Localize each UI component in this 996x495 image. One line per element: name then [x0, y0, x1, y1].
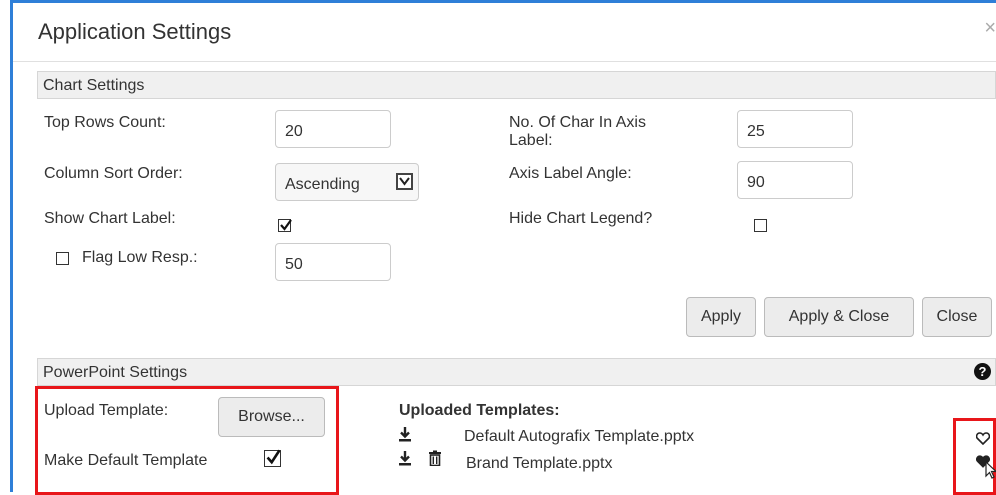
- char-axis-label-line1: No. Of Char In Axis: [509, 114, 646, 131]
- char-axis-input[interactable]: 25: [737, 110, 853, 148]
- make-default-checkbox[interactable]: [264, 449, 281, 467]
- download-icon[interactable]: [398, 450, 412, 466]
- flag-low-label: Flag Low Resp.:: [82, 249, 198, 266]
- axis-angle-input[interactable]: 90: [737, 161, 853, 199]
- chart-settings-header: Chart Settings: [37, 71, 996, 99]
- show-label-label: Show Chart Label:: [44, 210, 176, 227]
- download-icon[interactable]: [398, 426, 412, 442]
- help-icon[interactable]: ?: [974, 363, 991, 380]
- top-rows-input[interactable]: 20: [275, 110, 391, 148]
- chevron-down-icon: [396, 173, 413, 190]
- close-button[interactable]: Close: [922, 297, 992, 337]
- checkmark-icon: [266, 449, 281, 465]
- cursor-pointer-icon: [985, 461, 996, 479]
- apply-close-button[interactable]: Apply & Close: [764, 297, 914, 337]
- hide-legend-checkbox[interactable]: [754, 219, 767, 232]
- heart-outline-icon[interactable]: [976, 432, 990, 445]
- make-default-label: Make Default Template: [44, 452, 208, 469]
- char-axis-label: No. Of Char In Axis Label:: [509, 114, 646, 150]
- show-label-checkbox[interactable]: [278, 219, 292, 232]
- sort-order-label: Column Sort Order:: [44, 165, 183, 182]
- dialog-title-bar: Application Settings ×: [13, 3, 996, 62]
- upload-template-label: Upload Template:: [44, 402, 169, 419]
- top-rows-label: Top Rows Count:: [44, 114, 166, 131]
- ppt-settings-title: PowerPoint Settings: [43, 364, 188, 381]
- ppt-settings-header: PowerPoint Settings: [37, 358, 996, 386]
- sort-order-select[interactable]: Ascending: [275, 163, 419, 201]
- application-settings-dialog: Application Settings × Chart Settings To…: [10, 0, 996, 495]
- flag-low-input[interactable]: 50: [275, 243, 391, 281]
- chart-settings-title: Chart Settings: [43, 77, 145, 94]
- trash-icon[interactable]: [428, 450, 442, 466]
- template-name: Default Autografix Template.pptx: [464, 428, 695, 445]
- hide-legend-label: Hide Chart Legend?: [509, 210, 653, 227]
- browse-button[interactable]: Browse...: [218, 397, 325, 437]
- template-name: Brand Template.pptx: [466, 455, 613, 472]
- checkmark-icon: [280, 219, 292, 231]
- dialog-title: Application Settings: [38, 19, 232, 44]
- uploaded-templates-header: Uploaded Templates:: [399, 402, 560, 419]
- axis-angle-label: Axis Label Angle:: [509, 165, 632, 182]
- flag-low-checkbox[interactable]: [56, 252, 69, 265]
- close-icon[interactable]: ×: [984, 17, 996, 40]
- apply-button[interactable]: Apply: [686, 297, 756, 337]
- sort-order-value: Ascending: [285, 176, 360, 193]
- char-axis-label-line2: Label:: [509, 132, 553, 149]
